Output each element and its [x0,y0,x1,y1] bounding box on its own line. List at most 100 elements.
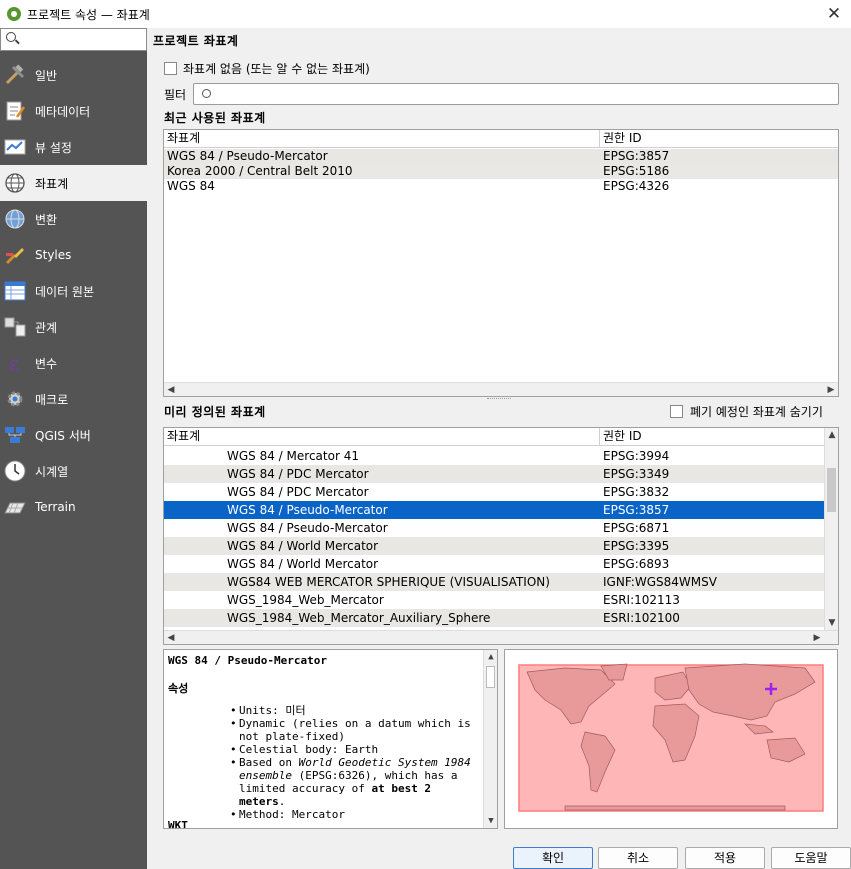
vertical-scrollbar[interactable]: ▲ ▼ [483,650,497,828]
title-bar: 프로젝트 속성 — 좌표계 ✕ [0,0,851,28]
horizontal-scrollbar[interactable]: ◀ ▶ [164,630,838,644]
macros-icon [2,387,28,411]
sidebar-item-label: 뷰 설정 [35,140,72,155]
crs-name: WGS 84 / World Mercator [227,557,379,571]
table-row[interactable]: WGS 84 / PDC Mercator EPSG:3349 [164,465,824,483]
sidebar-item-relations[interactable]: 관계 [0,309,147,345]
sidebar-item-styles[interactable]: Styles [0,237,147,273]
property-units: Units: 미터 [230,704,480,717]
crs-id: EPSG:3994 [603,449,670,463]
crs-id: EPSG:3857 [603,149,670,163]
qgis-server-icon [2,423,28,447]
close-icon[interactable]: ✕ [823,3,845,25]
sidebar-item-label: Terrain [35,500,76,514]
tools-icon [2,63,28,87]
table-row[interactable]: WGS 84 / PDC Mercator EPSG:3832 [164,483,824,501]
help-button[interactable]: 도움말 [771,847,851,869]
crs-name: WGS 84 / World Mercator [227,539,379,553]
no-crs-label: 좌표계 없음 (또는 알 수 없는 좌표계) [183,62,370,76]
scroll-right-icon[interactable]: ▶ [824,383,838,397]
transform-icon [2,207,28,231]
sidebar: 일반 메타데이터 뷰 설정 좌표계 변환 Styles 데이터 원본 관계 ε … [0,28,147,869]
globe-icon [2,171,28,195]
scroll-up-icon[interactable]: ▲ [484,650,497,664]
table-row[interactable]: WGS 84 EPSG:4326 [164,179,838,194]
scroll-up-icon[interactable]: ▲ [825,428,838,442]
table-row[interactable]: WGS 84 / Pseudo-Mercator EPSG:6871 [164,519,824,537]
sidebar-item-label: 일반 [35,68,58,83]
crs-id: EPSG:3395 [603,539,670,553]
column-header-authority[interactable]: 권한 ID [600,130,838,148]
sidebar-item-transformations[interactable]: 변환 [0,201,147,237]
crs-name: WGS 84 [167,179,215,193]
predefined-crs-title: 미리 정의된 좌표계 [164,405,266,419]
based-prefix: Based on [239,756,299,769]
temporal-icon [2,459,28,483]
sidebar-item-view-settings[interactable]: 뷰 설정 [0,129,147,165]
sidebar-item-macros[interactable]: 매크로 [0,381,147,417]
styles-icon [2,243,28,267]
hide-deprecated-option: 폐기 예정인 좌표계 숨기기 [670,403,823,420]
property-based-on: Based on World Geodetic System 1984 ense… [230,756,480,808]
search-input[interactable] [0,28,147,51]
sidebar-item-variables[interactable]: ε 변수 [0,345,147,381]
splitter-handle[interactable] [487,398,511,400]
hide-deprecated-checkbox[interactable] [670,405,683,418]
sidebar-item-temporal[interactable]: 시계열 [0,453,147,489]
sidebar-item-crs[interactable]: 좌표계 [0,165,147,201]
sidebar-item-metadata[interactable]: 메타데이터 [0,93,147,129]
apply-button[interactable]: 적용 [685,847,765,869]
crs-name: WGS 84 / PDC Mercator [227,485,369,499]
horizontal-scrollbar[interactable]: ◀ ▶ [164,382,838,396]
sidebar-item-label: 좌표계 [35,176,69,191]
scroll-right-icon[interactable]: ▶ [810,631,824,644]
data-sources-icon [2,279,28,303]
table-row[interactable]: WGS 84 / World Mercator EPSG:3395 [164,537,824,555]
table-row[interactable]: WGS 84 / Mercator 41 EPSG:3994 [164,447,824,465]
scroll-down-icon[interactable]: ▼ [484,814,497,828]
wkt-heading: WKT [168,819,188,829]
scroll-left-icon[interactable]: ◀ [164,631,178,644]
recent-crs-title: 최근 사용된 좌표계 [164,111,266,125]
hide-deprecated-label: 폐기 예정인 좌표계 숨기기 [690,405,823,419]
crs-name: WGS 84 / Mercator 41 [227,449,359,463]
filter-input[interactable] [193,83,839,105]
crs-details-panel: WGS 84 / Pseudo-Mercator 속성 Units: 미터 Dy… [163,649,498,829]
details-title: WGS 84 / Pseudo-Mercator [168,654,327,667]
crs-id: EPSG:3857 [603,503,670,517]
column-header-authority[interactable]: 권한 ID [600,428,824,446]
table-row[interactable]: WGS_1984_Web_Mercator_Auxiliary_Sphere E… [164,609,824,627]
crs-name: WGS 84 / Pseudo-Mercator [167,149,328,163]
vertical-scrollbar[interactable]: ▲ ▼ [824,428,838,630]
scroll-left-icon[interactable]: ◀ [164,383,178,397]
scroll-down-icon[interactable]: ▼ [825,616,838,630]
ok-button[interactable]: 확인 [513,847,593,869]
crs-id: EPSG:3832 [603,485,670,499]
crs-name: WGS_1984_Web_Mercator [227,593,384,607]
column-header-crs[interactable]: 좌표계 [164,428,600,446]
table-row[interactable]: WGS84 WEB MERCATOR SPHERIQUE (VISUALISAT… [164,573,824,591]
table-row[interactable]: Korea 2000 / Central Belt 2010 EPSG:5186 [164,164,838,179]
crs-id: EPSG:6871 [603,521,670,535]
column-header-crs[interactable]: 좌표계 [164,130,600,148]
sidebar-item-label: 관계 [35,320,58,335]
crs-id: EPSG:5186 [603,164,670,178]
table-row[interactable]: WGS_1984_Web_Mercator ESRI:102113 [164,591,824,609]
table-row-selected[interactable]: WGS 84 / Pseudo-Mercator EPSG:3857 [164,501,824,519]
sidebar-item-general[interactable]: 일반 [0,57,147,93]
svg-text:ε: ε [9,351,19,375]
metadata-icon [2,99,28,123]
scrollbar-thumb[interactable] [827,468,836,512]
table-row[interactable]: WGS 84 / Pseudo-Mercator EPSG:3857 [164,149,838,164]
sidebar-item-data-sources[interactable]: 데이터 원본 [0,273,147,309]
recent-crs-table: 좌표계 권한 ID WGS 84 / Pseudo-Mercator EPSG:… [163,129,839,397]
cancel-button[interactable]: 취소 [598,847,678,869]
sidebar-item-terrain[interactable]: Terrain [0,489,147,525]
table-header: 좌표계 권한 ID [164,130,838,148]
crs-name: WGS 84 / Pseudo-Mercator [227,521,388,535]
crs-name: WGS 84 / Pseudo-Mercator [227,503,388,517]
sidebar-item-qgis-server[interactable]: QGIS 서버 [0,417,147,453]
no-crs-checkbox[interactable] [164,62,177,75]
table-row[interactable]: WGS 84 / World Mercator EPSG:6893 [164,555,824,573]
scrollbar-thumb[interactable] [486,666,495,688]
